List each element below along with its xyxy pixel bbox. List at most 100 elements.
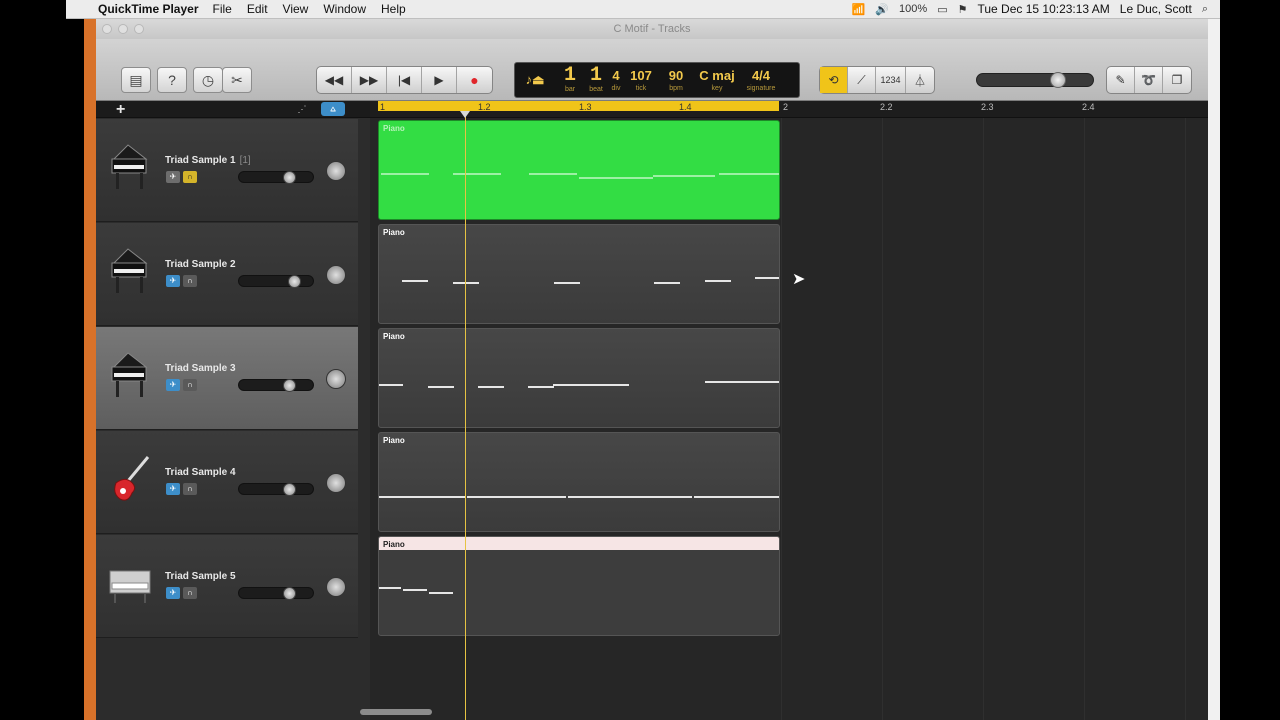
zoom-window-button[interactable] xyxy=(134,24,144,34)
notepad-button[interactable]: ✎ xyxy=(1107,67,1135,93)
track-name[interactable]: Triad Sample 4 xyxy=(165,467,240,478)
battery-percent[interactable]: 100% xyxy=(899,3,927,15)
track-volume-knob[interactable] xyxy=(283,379,296,392)
track-volume-slider[interactable] xyxy=(238,379,314,392)
solo-button[interactable]: ∩ xyxy=(183,587,197,599)
go-to-beginning-button[interactable]: |◀ xyxy=(387,67,422,93)
pan-knob[interactable] xyxy=(326,473,346,493)
midi-region-5[interactable]: Piano xyxy=(378,536,780,636)
record-button[interactable]: ● xyxy=(457,67,492,93)
master-volume-knob[interactable] xyxy=(1050,72,1066,88)
track-volume-knob[interactable] xyxy=(283,171,296,184)
track-volume-knob[interactable] xyxy=(288,275,301,288)
play-button[interactable]: ▶ xyxy=(422,67,457,93)
tuner-button[interactable]: ⟋ xyxy=(848,67,876,93)
ruler[interactable]: 1 1.2 1.3 1.4 2 2.2 2.3 2.4 xyxy=(370,101,1208,118)
minimize-window-button[interactable] xyxy=(118,24,128,34)
solo-button[interactable]: ∩ xyxy=(183,171,197,183)
garageband-window: C Motif - Tracks ▤ ? ◷ ✂ ◀◀ ▶▶ |◀ ▶ ● ♪⏏… xyxy=(84,19,1208,720)
track-name[interactable]: Triad Sample 3 xyxy=(165,363,240,374)
mute-button[interactable]: ✈ xyxy=(166,275,180,287)
solo-button[interactable]: ∩ xyxy=(183,483,197,495)
close-window-button[interactable] xyxy=(102,24,112,34)
pan-knob[interactable] xyxy=(326,161,346,181)
playhead-handle[interactable] xyxy=(460,111,470,118)
track-header-4[interactable]: Triad Sample 4 ✈ ∩ xyxy=(96,431,358,534)
smart-controls-button[interactable]: ◷ xyxy=(193,67,223,93)
track-volume-slider[interactable] xyxy=(238,171,314,184)
add-track-button[interactable]: + xyxy=(116,101,125,118)
metronome-button[interactable]: ⏃ xyxy=(906,67,934,93)
gridline xyxy=(882,118,883,720)
ruler-tick: 2.3 xyxy=(981,102,994,112)
track-name[interactable]: Triad Sample 5 xyxy=(165,571,240,582)
app-menu[interactable]: QuickTime Player xyxy=(98,2,199,16)
mute-button[interactable]: ✈ xyxy=(166,587,180,599)
track-name[interactable]: Triad Sample 2 xyxy=(165,259,240,270)
menu-view[interactable]: View xyxy=(283,2,309,16)
lcd-time-signature[interactable]: 4/4 signature xyxy=(739,63,783,97)
mute-button[interactable]: ✈ xyxy=(166,379,180,391)
catch-playhead-button[interactable]: ⩠ xyxy=(321,102,345,116)
midi-region-3[interactable]: Piano xyxy=(378,328,780,428)
lcd-tempo[interactable]: 90 bpm xyxy=(657,63,695,97)
battery-icon[interactable]: ▭ xyxy=(937,3,947,16)
clock[interactable]: Tue Dec 15 10:23:13 AM xyxy=(977,2,1109,16)
window-title: C Motif - Tracks xyxy=(613,23,691,35)
track-volume-slider[interactable] xyxy=(238,587,314,600)
mute-button[interactable]: ✈ xyxy=(166,483,180,495)
playhead[interactable] xyxy=(465,113,466,720)
solo-button[interactable]: ∩ xyxy=(183,275,197,287)
track-header-1[interactable]: Triad Sample 1 [1] ✈ ∩ xyxy=(96,119,358,222)
track-volume-slider[interactable] xyxy=(238,483,314,496)
cycle-button[interactable]: ⟲ xyxy=(820,67,848,93)
pan-knob[interactable] xyxy=(326,577,346,597)
fast-forward-button[interactable]: ▶▶ xyxy=(352,67,387,93)
track-header-5[interactable]: Triad Sample 5 ✈ ∩ xyxy=(96,535,358,638)
library-button[interactable]: ▤ xyxy=(121,67,151,93)
master-volume-slider[interactable] xyxy=(976,72,1094,88)
midi-note xyxy=(528,386,554,388)
quick-help-button[interactable]: ? xyxy=(157,67,187,93)
track-volume-slider[interactable] xyxy=(238,275,314,288)
lcd-div: 4 div xyxy=(611,68,621,92)
pan-knob[interactable] xyxy=(326,369,346,389)
pan-knob[interactable] xyxy=(326,265,346,285)
midi-region-2[interactable]: Piano xyxy=(378,224,780,324)
electric-guitar-icon xyxy=(114,456,150,501)
menu-edit[interactable]: Edit xyxy=(247,2,268,16)
media-browser-button[interactable]: ❐ xyxy=(1163,67,1191,93)
cycle-icon: ⟲ xyxy=(828,73,839,87)
menu-window[interactable]: Window xyxy=(323,2,366,16)
count-in-button[interactable]: 1234 xyxy=(876,67,906,93)
spotlight-search-icon[interactable]: ⌕ xyxy=(1202,3,1208,16)
rewind-button[interactable]: ◀◀ xyxy=(317,67,352,93)
midi-region-1[interactable]: Piano xyxy=(378,120,780,220)
user-menu[interactable]: Le Duc, Scott xyxy=(1120,2,1192,16)
track-volume-knob[interactable] xyxy=(283,483,296,496)
editors-button[interactable]: ✂ xyxy=(222,67,252,93)
midi-region-4[interactable]: Piano xyxy=(378,432,780,532)
lcd-display[interactable]: ♪⏏ 1 bar 1 beat 4 div 107 tick 90 bpm C maj ke… xyxy=(514,62,800,98)
track-header-3[interactable]: Triad Sample 3 ✈ ∩ xyxy=(96,327,358,430)
track-header-2[interactable]: Triad Sample 2 ✈ ∩ xyxy=(96,223,358,326)
mute-button[interactable]: ✈ xyxy=(166,171,180,183)
lcd-mode[interactable]: ♪⏏ xyxy=(515,63,555,97)
fast-forward-icon: ▶▶ xyxy=(359,73,379,87)
menu-file[interactable]: File xyxy=(213,2,232,16)
menu-help[interactable]: Help xyxy=(381,2,406,16)
menu-bar: QuickTime Player File Edit View Window H… xyxy=(66,0,1220,19)
wifi-icon[interactable]: 📶 xyxy=(852,3,866,16)
track-volume-knob[interactable] xyxy=(283,587,296,600)
lcd-key[interactable]: C maj key xyxy=(695,63,739,97)
horizontal-scrollbar[interactable] xyxy=(360,709,432,715)
tracks-timeline[interactable]: 1 1.2 1.3 1.4 2 2.2 2.3 2.4 Piano Piano … xyxy=(370,101,1208,720)
flex-time-button[interactable]: ⋰ xyxy=(290,102,314,116)
flag-icon[interactable]: ⚑ xyxy=(958,3,968,16)
track-name[interactable]: Triad Sample 1 [1] xyxy=(165,155,251,166)
loop-browser-button[interactable]: ➰ xyxy=(1135,67,1163,93)
electric-piano-icon xyxy=(109,570,151,603)
volume-icon[interactable]: 🔊 xyxy=(875,3,889,16)
headphones-icon: ∩ xyxy=(187,380,193,389)
solo-button[interactable]: ∩ xyxy=(183,379,197,391)
